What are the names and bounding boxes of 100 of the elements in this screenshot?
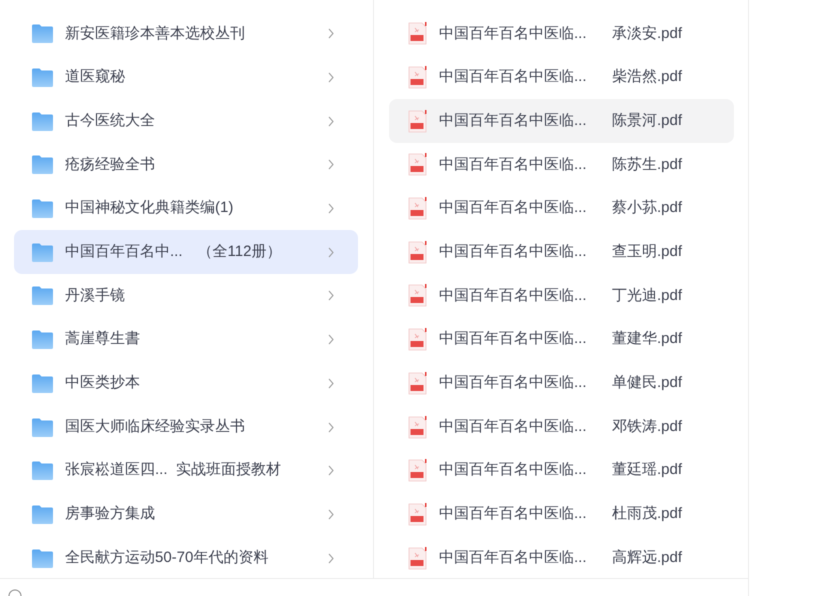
file-name-prefix: 中国百年百名中医临... bbox=[439, 460, 588, 480]
folder-name: 蒿崖尊生書 bbox=[65, 329, 141, 350]
file-name: 董廷瑶.pdf bbox=[612, 460, 682, 480]
pdf-file-icon bbox=[408, 240, 427, 264]
folder-icon bbox=[32, 374, 53, 393]
file-name: 陈苏生.pdf bbox=[612, 154, 682, 175]
folder-item[interactable]: 国医大师临床经验实录丛书 bbox=[14, 405, 358, 449]
file-name: 杜雨茂.pdf bbox=[612, 504, 682, 524]
chevron-right-icon bbox=[328, 246, 334, 258]
folder-item[interactable]: 中医类抄本 bbox=[14, 362, 358, 406]
pdf-file-icon bbox=[408, 22, 427, 46]
folder-item[interactable]: 古今医统大全 bbox=[14, 99, 358, 144]
folder-icon bbox=[32, 461, 53, 480]
file-name-prefix: 中国百年百名中医临... bbox=[439, 198, 588, 218]
chevron-right-icon bbox=[328, 116, 334, 127]
pdf-file-icon bbox=[408, 328, 427, 352]
file-name-prefix: 中国百年百名中医临... bbox=[439, 504, 588, 524]
file-name-prefix: 中国百年百名中医临... bbox=[439, 154, 588, 175]
pdf-file-icon bbox=[408, 459, 427, 482]
chevron-right-icon bbox=[328, 378, 334, 389]
file-name-prefix: 中国百年百名中医临... bbox=[439, 242, 588, 262]
chevron-right-icon bbox=[328, 203, 334, 214]
folder-name: 张宸崧道医四... 实战班面授教材 bbox=[65, 460, 282, 480]
file-item[interactable]: 中国百年百名中医临... 陈苏生.pdf bbox=[389, 143, 734, 187]
pdf-file-icon bbox=[408, 197, 427, 220]
chevron-right-icon bbox=[328, 159, 334, 170]
file-name: 董建华.pdf bbox=[612, 329, 682, 350]
file-name-prefix: 中国百年百名中医临... bbox=[439, 373, 588, 394]
file-name-prefix: 中国百年百名中医临... bbox=[439, 548, 588, 568]
file-item[interactable]: 中国百年百名中医临... 查玉明.pdf bbox=[389, 230, 734, 274]
folder-item[interactable]: 新安医籍珍本善本选校丛刊 bbox=[14, 12, 358, 56]
folder-name: 疮疡经验全书 bbox=[65, 154, 156, 175]
chevron-right-icon bbox=[328, 28, 334, 40]
file-name: 高辉远.pdf bbox=[612, 548, 682, 568]
file-name-prefix: 中国百年百名中医临... bbox=[439, 286, 588, 306]
folder-item[interactable]: 疮疡经验全书 bbox=[14, 143, 358, 187]
chevron-right-icon bbox=[328, 465, 334, 476]
file-item[interactable]: 中国百年百名中医临... 单健民.pdf bbox=[389, 362, 734, 406]
file-name-prefix: 中国百年百名中医临... bbox=[439, 110, 588, 131]
folder-icon bbox=[32, 330, 53, 350]
chevron-right-icon bbox=[328, 422, 334, 433]
file-item[interactable]: 中国百年百名中医临... 承淡安.pdf bbox=[389, 12, 734, 56]
file-name-prefix: 中国百年百名中医临... bbox=[439, 24, 588, 44]
file-item[interactable]: 中国百年百名中医临... 杜雨茂.pdf bbox=[389, 492, 734, 536]
folder-icon bbox=[32, 24, 53, 44]
chevron-right-icon bbox=[328, 72, 334, 84]
folder-item[interactable]: 全民献方运动50-70年代的资料 bbox=[14, 536, 358, 580]
file-item[interactable]: 中国百年百名中医临... 邓铁涛.pdf bbox=[389, 405, 734, 449]
folder-icon bbox=[32, 418, 53, 437]
file-name: 单健民.pdf bbox=[612, 373, 682, 394]
file-name: 蔡小荪.pdf bbox=[612, 198, 682, 218]
pdf-file-icon bbox=[408, 284, 427, 308]
file-item[interactable]: 中国百年百名中医临... 高辉远.pdf bbox=[389, 536, 734, 580]
folder-item[interactable]: 蒿崖尊生書 bbox=[14, 318, 358, 362]
file-name: 邓铁涛.pdf bbox=[612, 416, 682, 437]
file-name: 柴浩然.pdf bbox=[612, 67, 682, 88]
folder-name: 全民献方运动50-70年代的资料 bbox=[65, 548, 270, 568]
folder-icon bbox=[32, 286, 53, 306]
folder-name: 中医类抄本 bbox=[65, 373, 141, 394]
folder-icon bbox=[32, 112, 53, 131]
folder-item[interactable]: 丹溪手镜 bbox=[14, 274, 358, 318]
folder-icon bbox=[32, 548, 53, 568]
folder-name: 新安医籍珍本善本选校丛刊 bbox=[65, 24, 246, 44]
folder-name: 中国神秘文化典籍类编(1) bbox=[65, 198, 234, 218]
folder-item[interactable]: 道医窥秘 bbox=[14, 56, 358, 100]
folder-icon bbox=[32, 504, 53, 524]
folder-item[interactable]: 房事验方集成 bbox=[14, 492, 358, 536]
chevron-right-icon bbox=[328, 290, 334, 302]
folder-name: 丹溪手镜 bbox=[65, 286, 126, 306]
pdf-file-icon bbox=[408, 153, 427, 176]
folder-icon bbox=[32, 242, 53, 262]
chevron-right-icon bbox=[328, 334, 334, 346]
folder-name: 中国百年百名中... （全112册） bbox=[65, 242, 282, 262]
file-name: 丁光迪.pdf bbox=[612, 286, 682, 306]
pdf-file-icon bbox=[408, 66, 427, 90]
file-item[interactable]: 中国百年百名中医临... 蔡小荪.pdf bbox=[389, 186, 734, 230]
pdf-file-icon bbox=[408, 416, 427, 439]
folder-item[interactable]: 张宸崧道医四... 实战班面授教材 bbox=[14, 448, 358, 493]
file-item[interactable]: 中国百年百名中医临... 丁光迪.pdf bbox=[389, 274, 734, 318]
chevron-right-icon bbox=[328, 508, 334, 520]
file-item[interactable]: 中国百年百名中医临... 董建华.pdf bbox=[389, 318, 734, 362]
pdf-file-icon bbox=[408, 110, 427, 133]
file-name: 查玉明.pdf bbox=[612, 242, 682, 262]
file-name-prefix: 中国百年百名中医临... bbox=[439, 329, 588, 350]
file-name-prefix: 中国百年百名中医临... bbox=[439, 67, 588, 88]
file-item[interactable]: 中国百年百名中医临... 董廷瑶.pdf bbox=[389, 448, 734, 493]
file-name: 陈景河.pdf bbox=[612, 110, 682, 131]
folder-icon bbox=[32, 68, 53, 88]
folder-item[interactable]: 中国百年百名中... （全112册） bbox=[14, 230, 358, 274]
folder-name: 古今医统大全 bbox=[65, 110, 156, 131]
pdf-file-icon bbox=[408, 502, 427, 526]
file-item[interactable]: 中国百年百名中医临... 陈景河.pdf bbox=[389, 99, 734, 144]
folder-name: 道医窥秘 bbox=[65, 67, 126, 88]
file-name-prefix: 中国百年百名中医临... bbox=[439, 416, 588, 437]
pdf-file-icon bbox=[408, 372, 427, 395]
folder-name: 房事验方集成 bbox=[65, 504, 156, 524]
file-item[interactable]: 中国百年百名中医临... 柴浩然.pdf bbox=[389, 56, 734, 100]
pdf-file-icon bbox=[408, 546, 427, 570]
folder-name: 国医大师临床经验实录丛书 bbox=[65, 416, 246, 437]
folder-item[interactable]: 中国神秘文化典籍类编(1) bbox=[14, 186, 358, 230]
